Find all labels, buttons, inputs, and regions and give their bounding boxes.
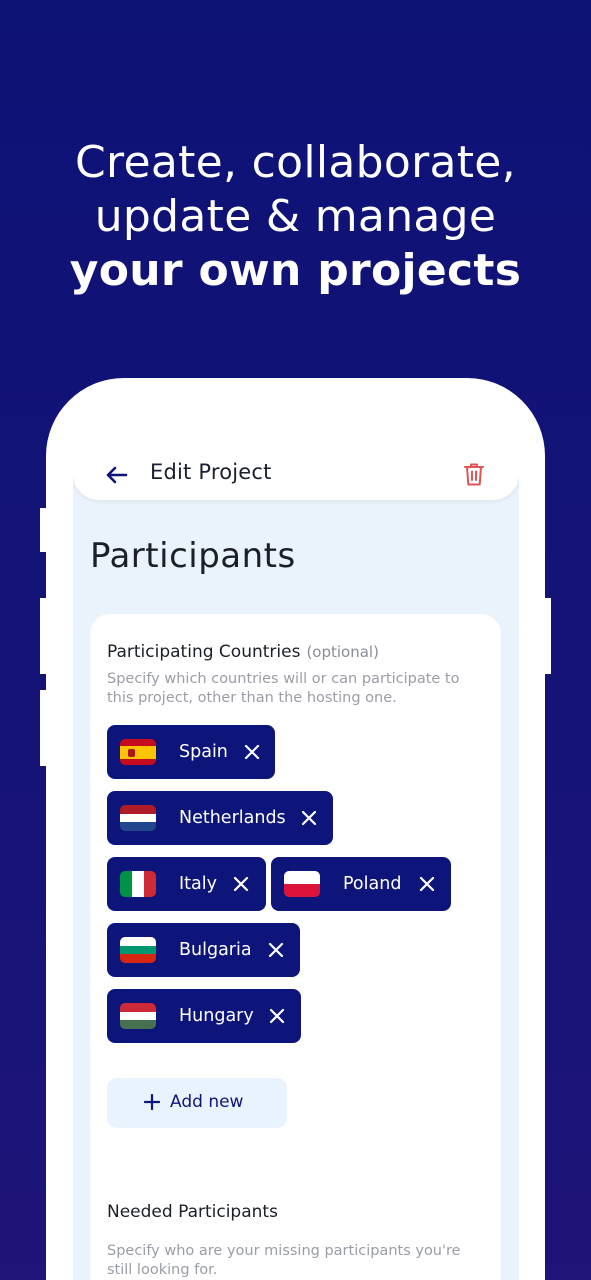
participating-countries-description: Specify which countries will or can part… — [107, 671, 460, 706]
promo-headline: Create, collaborate, update & manage you… — [0, 136, 591, 298]
country-chip-label: Poland — [343, 874, 402, 894]
poland-flag-icon — [284, 871, 320, 897]
remove-icon[interactable] — [267, 941, 285, 959]
country-chip-hungary[interactable]: Hungary — [107, 989, 301, 1043]
phone-side-button — [545, 598, 551, 674]
hungary-flag-icon — [120, 1003, 156, 1029]
bulgaria-flag-icon — [120, 937, 156, 963]
headline-line-2: update & manage — [94, 191, 497, 242]
section-title: Participants — [90, 536, 296, 576]
spain-flag-icon — [120, 739, 156, 765]
optional-tag: (optional) — [306, 643, 379, 661]
app-screen: Edit Project Participants Participating … — [73, 440, 519, 1280]
plus-icon — [144, 1094, 160, 1110]
country-chip-poland[interactable]: Poland — [271, 857, 451, 911]
italy-flag-icon — [120, 871, 156, 897]
headline-line-3: your own projects — [69, 245, 522, 296]
country-chip-label: Hungary — [179, 1006, 254, 1026]
country-chip-spain[interactable]: Spain — [107, 725, 275, 779]
participating-countries-label: Participating Countries (optional) — [107, 642, 379, 662]
netherlands-flag-icon — [120, 805, 156, 831]
trash-icon[interactable] — [462, 461, 486, 487]
needed-participants-description: Specify who are your missing participant… — [107, 1243, 461, 1278]
headline-line-1: Create, collaborate, — [75, 137, 516, 188]
remove-icon[interactable] — [300, 809, 318, 827]
remove-icon[interactable] — [243, 743, 261, 761]
country-chip-label: Italy — [179, 874, 217, 894]
country-chip-italy[interactable]: Italy — [107, 857, 266, 911]
page-title: Edit Project — [150, 460, 272, 484]
remove-icon[interactable] — [268, 1007, 286, 1025]
add-country-button[interactable]: Add new — [107, 1078, 287, 1128]
participating-countries-title: Participating Countries — [107, 642, 301, 662]
participants-card: Participating Countries (optional) Specif… — [90, 614, 501, 1280]
add-country-label: Add new — [170, 1092, 244, 1112]
country-chip-netherlands[interactable]: Netherlands — [107, 791, 333, 845]
phone-side-button — [40, 690, 46, 766]
phone-side-button — [40, 598, 46, 674]
country-chip-bulgaria[interactable]: Bulgaria — [107, 923, 300, 977]
needed-participants-label: Needed Participants — [107, 1202, 278, 1222]
app-bar: Edit Project — [73, 440, 519, 500]
country-chip-label: Spain — [179, 742, 228, 762]
arrow-left-icon[interactable] — [104, 462, 130, 488]
remove-icon[interactable] — [232, 875, 250, 893]
remove-icon[interactable] — [418, 875, 436, 893]
country-chip-label: Netherlands — [179, 808, 286, 828]
country-chip-label: Bulgaria — [179, 940, 252, 960]
phone-side-button — [40, 508, 46, 552]
